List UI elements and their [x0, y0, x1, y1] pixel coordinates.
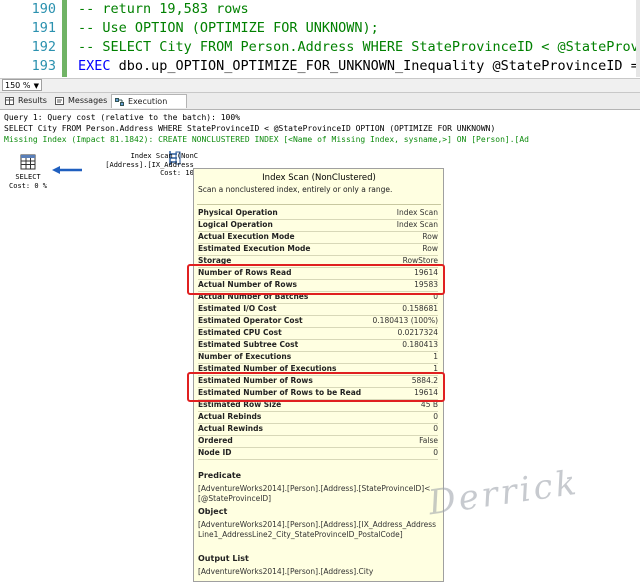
code-text: -- SELECT City FROM Person.Address WHERE… [78, 38, 640, 57]
missing-index-hint[interactable]: Missing Index (Impact 81.1842): CREATE N… [4, 135, 529, 144]
code-text: -- return 19,583 rows [78, 0, 249, 19]
tooltip-title: Index Scan (NonClustered) [262, 173, 376, 183]
data-flow-arrow-icon [52, 166, 82, 174]
execution-plan-icon [115, 98, 124, 106]
property-label: Estimated Subtree Cost [198, 340, 299, 349]
chevron-down-icon: ▼ [33, 82, 39, 90]
property-value: False [419, 436, 438, 445]
tooltip-description: Scan a nonclustered index, entirely or o… [198, 185, 393, 194]
property-label: Logical Operation [198, 220, 273, 229]
line-number: 191 [31, 20, 56, 36]
property-label: Physical Operation [198, 208, 278, 217]
property-row: Node ID 0 [198, 447, 438, 460]
property-label: Estimated CPU Cost [198, 328, 282, 337]
tab-results[interactable]: Results [2, 94, 48, 108]
select-node-label: SELECT [15, 173, 41, 181]
property-label: Ordered [198, 436, 233, 445]
predicate-text: [AdventureWorks2014].[Person].[Address].… [198, 484, 431, 503]
object-text: [AdventureWorks2014].[Person].[Address].… [198, 520, 437, 539]
predicate-heading: Predicate [198, 471, 242, 480]
property-label: Estimated Operator Cost [198, 316, 303, 325]
property-label: Actual Rewinds [198, 424, 263, 433]
messages-icon [55, 97, 64, 105]
property-value: Index Scan [396, 220, 438, 229]
tab-execution-plan[interactable]: Execution plan [111, 94, 187, 120]
query-text: SELECT City FROM Person.Address WHERE St… [4, 124, 496, 133]
output-list-text: [AdventureWorks2014].[Person].[Address].… [198, 567, 374, 576]
property-value: 0.180413 (100%) [372, 316, 438, 325]
property-value: Index Scan [396, 208, 438, 217]
property-value: 0 [433, 448, 438, 457]
code-editor[interactable]: 190 -- return 19,583 rows 191 -- Use OPTION… [0, 0, 640, 77]
index-scan-node-cost: Cost: 100 [160, 169, 198, 177]
property-label: Actual Execution Mode [198, 232, 295, 241]
line-number: 193 [31, 58, 56, 74]
index-scan-node-object: [Address].[IX_Address_ [105, 160, 198, 169]
tab-messages[interactable]: Messages [52, 94, 108, 108]
property-label: Actual Rebinds [198, 412, 262, 421]
code-text: EXEC dbo.up_OPTION_OPTIMIZE_FOR_UNKNOWN_… [78, 57, 640, 76]
property-value: Row [422, 244, 438, 253]
query-cost-header: Query 1: Query cost (relative to the bat… [4, 113, 241, 122]
code-comment: -- Use OPTION (OPTIMIZE FOR UNKNOWN); [78, 20, 379, 36]
result-tabs: Results Messages Execution plan [0, 93, 640, 120]
highlight-rows-read-box [187, 264, 445, 295]
zoom-bar: 150 % ▼ [0, 78, 640, 93]
object-heading: Object [198, 507, 228, 516]
code-text: -- Use OPTION (OPTIMIZE FOR UNKNOWN); [78, 19, 379, 38]
property-value: 1 [433, 352, 438, 361]
code-token: dbo.up_OPTION_OPTIMIZE_FOR_UNKNOWN_Inequ… [110, 58, 640, 74]
property-value: 0.180413 [402, 340, 438, 349]
zoom-dropdown[interactable]: 150 % ▼ [2, 79, 42, 91]
output-list-heading: Output List [198, 554, 249, 563]
property-value: 0.158681 [402, 304, 438, 313]
index-scan-node[interactable]: Index Scan (NonC [Address].[IX_Address_ … [88, 152, 198, 178]
vertical-scrollbar[interactable] [636, 0, 640, 77]
property-label: Node ID [198, 448, 232, 457]
code-line[interactable]: 190 -- return 19,583 rows [0, 0, 640, 19]
tooltip-divider [197, 204, 441, 205]
code-line[interactable]: 192 -- SELECT City FROM Person.Address WH… [0, 38, 640, 57]
property-label: Number of Executions [198, 352, 292, 361]
property-value: Row [422, 232, 438, 241]
code-comment: -- SELECT City FROM Person.Address WHERE… [78, 39, 640, 55]
zoom-value: 150 % [5, 81, 31, 90]
highlight-estimated-rows-box [187, 372, 445, 402]
property-value: 0 [433, 424, 438, 433]
grid-icon [5, 97, 14, 105]
code-keyword: EXEC [78, 58, 111, 74]
tab-results-label: Results [18, 96, 47, 105]
line-number: 192 [31, 39, 56, 55]
line-number: 190 [31, 1, 56, 17]
select-node-cost: Cost: 0 % [9, 182, 47, 190]
property-value: 0.0217324 [397, 328, 438, 337]
select-operator-node[interactable]: SELECT Cost: 0 % [8, 154, 48, 191]
code-line[interactable]: 193 EXEC dbo.up_OPTION_OPTIMIZE_FOR_UNKNO… [0, 57, 640, 76]
index-scan-node-title: Index Scan (NonC [130, 152, 198, 160]
tab-messages-label: Messages [68, 96, 108, 105]
property-label: Estimated Execution Mode [198, 244, 311, 253]
code-comment: -- return 19,583 rows [78, 1, 249, 17]
property-value: 0 [433, 412, 438, 421]
code-line[interactable]: 191 -- Use OPTION (OPTIMIZE FOR UNKNOWN); [0, 19, 640, 38]
property-label: Estimated I/O Cost [198, 304, 277, 313]
select-operator-icon [20, 154, 36, 170]
